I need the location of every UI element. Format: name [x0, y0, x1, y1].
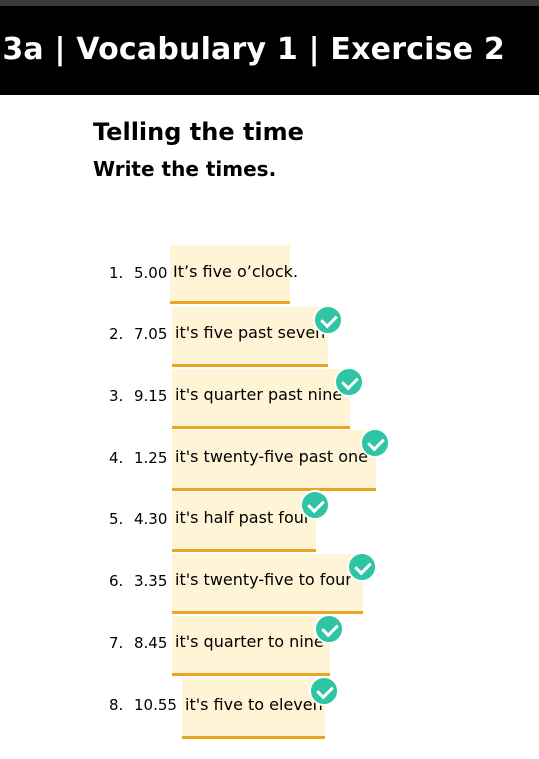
item-number: 8.: [109, 696, 124, 714]
exercise-item-3: 3. 9.15 it's quarter past nine: [0, 367, 539, 429]
answer-text: it's quarter past nine: [175, 385, 343, 404]
item-time: 4.30: [134, 510, 168, 528]
exercise-item-2: 2. 7.05 it's five past seven: [0, 305, 539, 367]
item-time: 5.00: [134, 264, 168, 282]
exercise-item-4: 4. 1.25 it's twenty-five past one: [0, 428, 539, 491]
answer-input[interactable]: it's twenty-five past one: [172, 430, 376, 491]
item-time: 7.05: [134, 325, 168, 343]
exercise-instruction: Write the times.: [93, 157, 277, 181]
item-number: 7.: [109, 634, 124, 652]
answer-input[interactable]: it's five to eleven: [182, 678, 325, 739]
answer-text: it's five to eleven: [185, 695, 323, 714]
correct-check-icon: [314, 614, 344, 644]
correct-check-icon: [360, 428, 390, 458]
exercise-item-7: 7. 8.45 it's quarter to nine: [0, 614, 539, 676]
answer-text: It’s five o’clock.: [173, 262, 299, 281]
item-time: 3.35: [134, 572, 168, 590]
answer-input[interactable]: it's quarter past nine: [172, 369, 350, 429]
item-time: 9.15: [134, 387, 168, 405]
exercise-item-1: 1. 5.00 It’s five o’clock.: [0, 245, 539, 305]
answer-input[interactable]: It’s five o’clock.: [170, 245, 298, 304]
answer-input[interactable]: it's five past seven: [172, 307, 328, 367]
answer-text: it's five past seven: [175, 323, 326, 342]
correct-check-icon: [347, 552, 377, 582]
answer-text: it's twenty-five to four: [175, 570, 352, 589]
item-number: 5.: [109, 510, 124, 528]
page-header: 3a | Vocabulary 1 | Exercise 2: [0, 6, 539, 95]
correct-check-icon: [309, 676, 339, 706]
item-time: 10.55: [134, 696, 177, 714]
item-number: 2.: [109, 325, 124, 343]
correct-check-icon: [334, 367, 364, 397]
answer-input[interactable]: it's half past four: [172, 492, 316, 552]
item-time: 8.45: [134, 634, 168, 652]
exercise-item-6: 6. 3.35 it's twenty-five to four: [0, 552, 539, 614]
answer-input[interactable]: it's twenty-five to four: [172, 554, 363, 614]
exercise-item-5: 5. 4.30 it's half past four: [0, 490, 539, 552]
item-time: 1.25: [134, 449, 168, 467]
exercise-item-8: 8. 10.55 it's five to eleven: [0, 676, 539, 739]
answer-input[interactable]: it's quarter to nine: [172, 616, 330, 676]
exercise-title: Telling the time: [93, 118, 304, 146]
item-number: 1.: [109, 264, 124, 282]
header-title: 3a | Vocabulary 1 | Exercise 2: [2, 32, 505, 67]
answer-text: it's twenty-five past one: [175, 447, 369, 466]
correct-check-icon: [313, 305, 343, 335]
correct-check-icon: [300, 490, 330, 520]
item-number: 3.: [109, 387, 124, 405]
answer-text: it's quarter to nine: [175, 632, 324, 651]
item-number: 6.: [109, 572, 124, 590]
item-number: 4.: [109, 449, 124, 467]
answer-text: it's half past four: [175, 508, 311, 527]
